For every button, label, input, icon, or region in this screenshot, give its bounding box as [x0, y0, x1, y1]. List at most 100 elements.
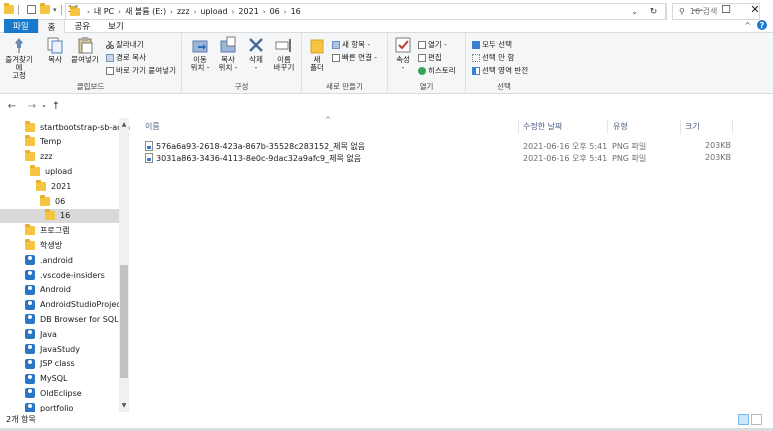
- breadcrumb-volume[interactable]: 새 볼륨 (E:): [125, 6, 166, 17]
- help-icon[interactable]: ?: [757, 20, 767, 30]
- copy-path-button[interactable]: 경로 복사: [106, 52, 146, 63]
- file-row[interactable]: 576a6a93-2618-423a-867b-35528c283152_제목 …: [143, 140, 741, 152]
- large-icons-view-icon[interactable]: [751, 414, 762, 425]
- tab-file[interactable]: 파일: [4, 18, 38, 33]
- nav-item[interactable]: 2021: [36, 179, 71, 193]
- nav-item-label: AndroidStudioProjects: [40, 300, 128, 310]
- select-group: 모두 선택 선택 안 함 선택 영역 반전 선택: [466, 33, 542, 94]
- column-divider[interactable]: [518, 119, 519, 134]
- open-group: 속성 - 열기 - 편집 히스토리 열기: [388, 33, 466, 94]
- nav-item[interactable]: Java: [25, 327, 57, 341]
- ribbon-controls: ^ ?: [744, 20, 767, 30]
- nav-item[interactable]: .android: [25, 253, 73, 267]
- copy-button[interactable]: 복사: [44, 36, 66, 64]
- tab-home[interactable]: 홈: [37, 18, 66, 34]
- nav-item[interactable]: startbootstrap-sb-admin: [25, 120, 130, 134]
- nav-item[interactable]: .vscode-insiders: [25, 268, 105, 282]
- breadcrumb-upload[interactable]: upload: [200, 7, 227, 16]
- nav-item[interactable]: DB Browser for SQLite: [25, 312, 129, 326]
- column-divider[interactable]: [732, 119, 733, 134]
- back-arrow-icon[interactable]: ←: [6, 97, 18, 115]
- column-divider[interactable]: [680, 119, 681, 134]
- nav-item[interactable]: JavaStudy: [25, 342, 80, 356]
- customize-quick-access-icon[interactable]: ▾: [53, 6, 57, 14]
- nav-item-label: 학생방: [40, 240, 63, 250]
- breadcrumb-16[interactable]: 16: [291, 7, 301, 16]
- up-arrow-icon[interactable]: ↑: [50, 97, 62, 115]
- pin-to-quick-access-button[interactable]: 즐겨찾기에 고정: [2, 36, 36, 80]
- column-header-size[interactable]: 크기: [685, 121, 700, 132]
- breadcrumb-zzz[interactable]: zzz: [177, 7, 190, 16]
- folder-icon: [45, 209, 55, 221]
- refresh-icon[interactable]: ↻: [642, 3, 666, 20]
- select-all-button[interactable]: 모두 선택: [472, 39, 512, 50]
- history-button[interactable]: 히스토리: [418, 65, 456, 76]
- scroll-down-icon[interactable]: ▼: [120, 402, 128, 409]
- rename-button[interactable]: 이름 바꾸기: [272, 36, 296, 72]
- copy-to-button[interactable]: 복사 위치 -: [216, 36, 240, 72]
- edit-button[interactable]: 편집: [418, 52, 442, 63]
- column-header-type[interactable]: 유형: [613, 121, 628, 132]
- tab-view[interactable]: 보기: [99, 19, 133, 33]
- scroll-up-icon[interactable]: ▲: [120, 121, 128, 128]
- nav-scrollbar-thumb[interactable]: [120, 265, 128, 378]
- breadcrumb-2021[interactable]: 2021: [238, 7, 258, 16]
- column-header-name[interactable]: 이름: [145, 121, 160, 132]
- nav-item[interactable]: 16: [0, 208, 119, 223]
- scissors-icon: [106, 40, 114, 49]
- nav-item[interactable]: 06: [40, 194, 65, 208]
- easy-access-button[interactable]: 빠른 연결 -: [332, 52, 377, 63]
- invert-selection-button[interactable]: 선택 영역 반전: [472, 65, 528, 76]
- nav-item[interactable]: 프로그램: [25, 224, 69, 238]
- cut-button[interactable]: 잘라내기: [106, 39, 144, 50]
- collapse-ribbon-icon[interactable]: ^: [744, 21, 751, 30]
- properties-button[interactable]: 속성 -: [392, 36, 414, 72]
- properties-quick-icon[interactable]: [27, 5, 36, 14]
- recent-locations-icon[interactable]: ▾: [38, 97, 50, 115]
- nav-item-label: 06: [55, 196, 66, 206]
- address-bar[interactable]: › 내 PC › 새 볼륨 (E:) › zzz › upload › 2021…: [65, 3, 667, 20]
- new-group: 새 폴더 새 항목 - 빠른 연결 - 새로 만들기: [302, 33, 388, 94]
- new-folder-button[interactable]: 새 폴더: [306, 36, 328, 72]
- user-folder-icon: [25, 358, 35, 369]
- nav-item[interactable]: upload: [30, 164, 72, 178]
- address-dropdown-icon[interactable]: ⌄: [631, 7, 638, 16]
- file-size: 203KB: [705, 141, 732, 150]
- file-modified: 2021-06-16 오후 5:41: [523, 154, 608, 163]
- column-divider[interactable]: [607, 119, 608, 134]
- nav-item-label: .vscode-insiders: [40, 270, 105, 280]
- new-item-button[interactable]: 새 항목 -: [332, 39, 370, 50]
- open-button[interactable]: 열기 -: [418, 39, 447, 50]
- nav-item[interactable]: zzz: [25, 150, 53, 164]
- user-folder-icon: [25, 329, 35, 340]
- select-none-button[interactable]: 선택 안 함: [472, 52, 514, 63]
- nav-item[interactable]: OldEclipse: [25, 386, 82, 400]
- paste-shortcut-button[interactable]: 바로 가기 붙여넣기: [106, 65, 176, 76]
- shortcut-icon: [106, 66, 114, 75]
- divider: [60, 4, 62, 15]
- nav-item[interactable]: portfolio: [25, 401, 73, 412]
- nav-item[interactable]: AndroidStudioProjects: [25, 298, 128, 312]
- details-view-icon[interactable]: [738, 414, 749, 425]
- new-folder-quick-icon[interactable]: [40, 3, 50, 14]
- move-to-button[interactable]: 이동 위치 -: [188, 36, 212, 72]
- nav-item[interactable]: MySQL: [25, 372, 67, 386]
- paste-button[interactable]: 붙여넣기: [70, 36, 100, 64]
- file-size: 203KB: [705, 153, 732, 162]
- breadcrumb-06[interactable]: 06: [270, 7, 280, 16]
- search-input[interactable]: ⚲ 16 검색: [672, 3, 760, 20]
- tab-share[interactable]: 공유: [65, 19, 99, 33]
- nav-item[interactable]: Temp: [25, 135, 61, 149]
- column-header-modified[interactable]: 수정한 날짜: [523, 121, 562, 132]
- nav-item-label: JSP class: [40, 359, 75, 369]
- forward-arrow-icon[interactable]: →: [26, 97, 38, 115]
- nav-item[interactable]: JSP class: [25, 357, 75, 371]
- nav-item[interactable]: 학생방: [25, 238, 62, 252]
- breadcrumb-this-pc[interactable]: 내 PC: [94, 6, 114, 17]
- file-row[interactable]: 3031a863-3436-4113-8e0c-9dac32a9afc9_제목 …: [143, 152, 741, 164]
- delete-button[interactable]: 삭제 -: [246, 36, 266, 72]
- nav-item-label: JavaStudy: [40, 344, 80, 354]
- user-folder-icon: [25, 388, 35, 399]
- new-item-icon: [332, 40, 340, 49]
- nav-item[interactable]: Android: [25, 283, 71, 297]
